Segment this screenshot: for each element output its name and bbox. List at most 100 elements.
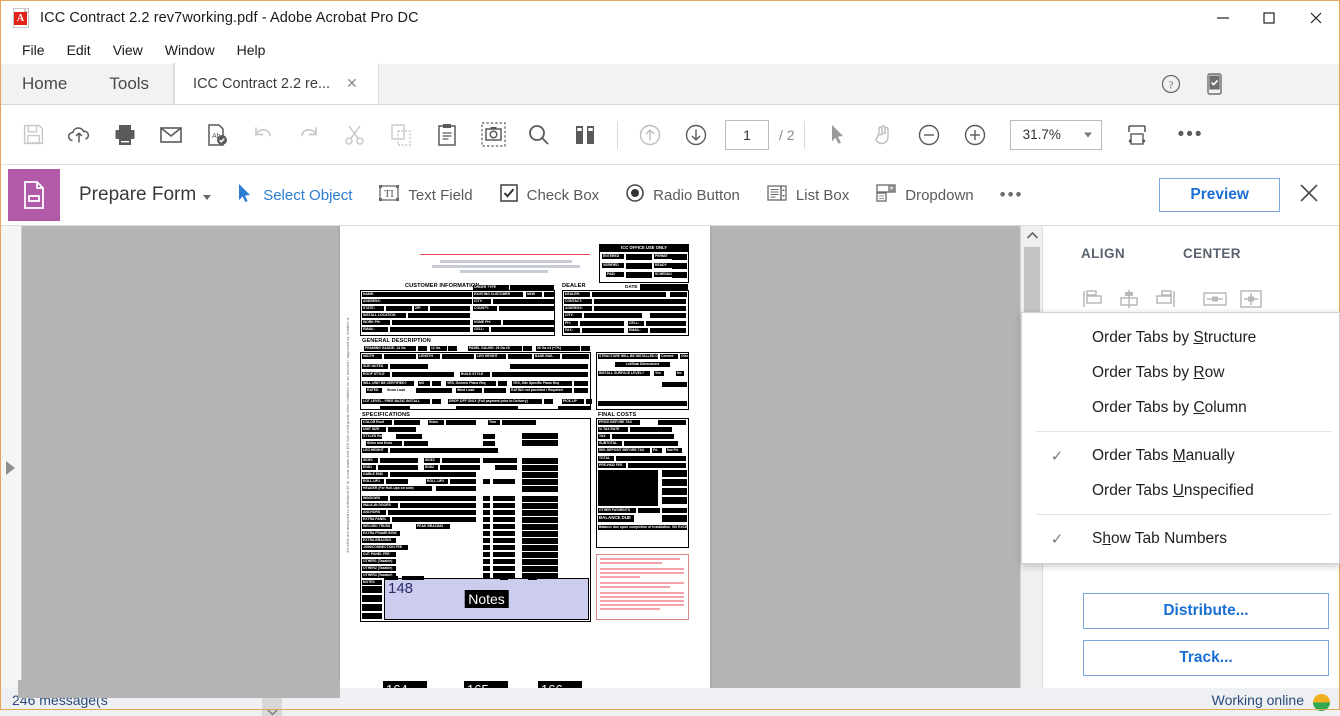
office-field-verified-value[interactable] [626, 263, 652, 269]
general-extra-3[interactable] [558, 406, 590, 410]
size-notes-value-2[interactable] [510, 364, 588, 369]
spec-sides-ends-value[interactable] [404, 441, 428, 446]
prepare-form-title[interactable]: Prepare Form [79, 184, 212, 206]
close-toolbar-icon[interactable] [1298, 182, 1320, 209]
spec-price-9[interactable] [493, 524, 515, 529]
spec-walkin-doors-value[interactable] [400, 503, 476, 508]
snow-load-value[interactable] [416, 388, 452, 393]
spec-side1-value[interactable] [380, 458, 418, 463]
menu-item-order-tabs-unspecified[interactable]: Order Tabs Unspecified [1022, 473, 1339, 508]
dealer-cell-value[interactable] [646, 321, 686, 326]
tool-select-object[interactable]: Select Object [237, 183, 352, 207]
help-circle-icon[interactable]: ? [1160, 73, 1182, 95]
office-field-ready-value[interactable] [672, 263, 687, 269]
certified-site-checkbox[interactable] [574, 381, 588, 386]
spec-price-10[interactable] [493, 531, 515, 536]
page-up-icon[interactable] [627, 112, 673, 158]
spec-qty-9[interactable] [483, 524, 490, 529]
base-rail-value[interactable] [562, 354, 589, 359]
selfield-handle-1[interactable] [384, 576, 398, 580]
county-value[interactable] [499, 306, 554, 311]
spec-anchors-value[interactable] [388, 510, 476, 515]
more-tools-button[interactable]: ••• [1168, 112, 1214, 158]
city-value[interactable] [493, 299, 554, 304]
spec-windows-value[interactable] [390, 496, 476, 501]
customer-work-ph-value[interactable] [392, 320, 470, 325]
save-icon[interactable] [10, 112, 56, 158]
customer-name-value[interactable] [392, 292, 472, 297]
customer-email-value[interactable] [390, 327, 470, 332]
snapshot-icon[interactable] [470, 112, 516, 158]
dealer-fax-value[interactable] [582, 328, 624, 333]
general-extra-2[interactable] [456, 406, 518, 410]
document-canvas[interactable]: All edits are designed to withstand 20 l… [22, 226, 1020, 709]
lot-level-checkbox[interactable] [432, 399, 441, 404]
certified-generic-checkbox[interactable] [498, 381, 507, 386]
spec-side2-value[interactable] [442, 458, 480, 463]
close-button[interactable] [1292, 0, 1340, 36]
dealer-contact-value[interactable] [594, 299, 686, 304]
spec-color-roof-value[interactable] [394, 420, 420, 425]
cost-detail-amount-4[interactable] [662, 497, 687, 504]
structure-extra-2[interactable] [598, 401, 687, 406]
spec-total-3[interactable] [522, 458, 558, 464]
panel-gauge-29-checkbox[interactable] [523, 346, 532, 351]
spec-qty-14[interactable] [483, 559, 490, 564]
cost-tax-value[interactable] [612, 434, 674, 439]
spec-price-5[interactable] [493, 496, 515, 501]
office-field-schedule-value[interactable] [672, 272, 687, 278]
spec-styles-roof-value[interactable] [396, 434, 422, 439]
spec-total-5[interactable] [522, 472, 558, 478]
office-field-entered-value[interactable] [626, 254, 652, 260]
customer-address-value[interactable] [392, 299, 472, 304]
spec-qty-8[interactable] [483, 517, 490, 522]
general-extra-1[interactable] [380, 406, 410, 410]
size-notes-value[interactable] [390, 364, 428, 369]
spec-notes-extra-1[interactable] [362, 586, 382, 593]
redo-icon[interactable] [286, 112, 332, 158]
zoom-in-icon[interactable] [952, 112, 998, 158]
mobile-link-icon[interactable] [1204, 72, 1224, 96]
spec-qty-5[interactable] [483, 496, 490, 501]
cost-other-payments-value[interactable] [638, 508, 660, 513]
scroll-thumb[interactable] [1024, 247, 1040, 315]
spec-total-17[interactable] [522, 559, 558, 565]
spec-total-1[interactable] [522, 433, 558, 439]
align-center-vertical-icon[interactable] [1111, 284, 1147, 314]
spec-rollup1-value[interactable] [386, 479, 408, 484]
track-button[interactable]: Track... [1083, 640, 1329, 676]
customer-zip-value[interactable] [430, 306, 470, 311]
cost-price-before-tax-value[interactable] [658, 420, 686, 425]
roof-style-value[interactable] [392, 372, 454, 377]
cost-other-payments-amount[interactable] [662, 508, 687, 513]
select-cursor-icon[interactable] [814, 112, 860, 158]
menu-view[interactable]: View [102, 39, 154, 61]
cut-icon[interactable] [332, 112, 378, 158]
zoom-out-icon[interactable] [906, 112, 952, 158]
spec-header-value[interactable] [436, 486, 476, 491]
spec-total-11[interactable] [522, 517, 558, 523]
tool-radio-button[interactable]: Radio Button [625, 183, 740, 207]
spec-price-14[interactable] [493, 559, 515, 564]
spec-total-2[interactable] [522, 440, 558, 446]
spec-price-13[interactable] [493, 552, 515, 557]
dealer-email-value[interactable] [650, 328, 686, 333]
spec-total-8[interactable] [522, 496, 558, 502]
leg-height-value[interactable] [508, 354, 532, 359]
spec-total-10[interactable] [522, 510, 558, 516]
cost-subtotal-value[interactable] [624, 441, 678, 446]
align-left-icon[interactable] [1075, 284, 1111, 314]
cost-detail-amount-2[interactable] [662, 479, 687, 486]
menu-item-show-tab-numbers[interactable]: ✓ Show Tab Numbers [1022, 521, 1339, 556]
spec-qty-4[interactable] [483, 479, 490, 484]
upload-cloud-icon[interactable] [56, 112, 102, 158]
undo-icon[interactable] [240, 112, 286, 158]
certified-no-checkbox[interactable] [432, 381, 441, 386]
selfield-handle-4[interactable] [528, 576, 537, 580]
print-icon[interactable] [102, 112, 148, 158]
spec-trim-value[interactable] [502, 420, 536, 425]
spec-qty-13[interactable] [483, 552, 490, 557]
search-icon[interactable] [516, 112, 562, 158]
cost-detail-block[interactable] [598, 470, 658, 506]
office-field-paid-value[interactable] [626, 272, 652, 278]
